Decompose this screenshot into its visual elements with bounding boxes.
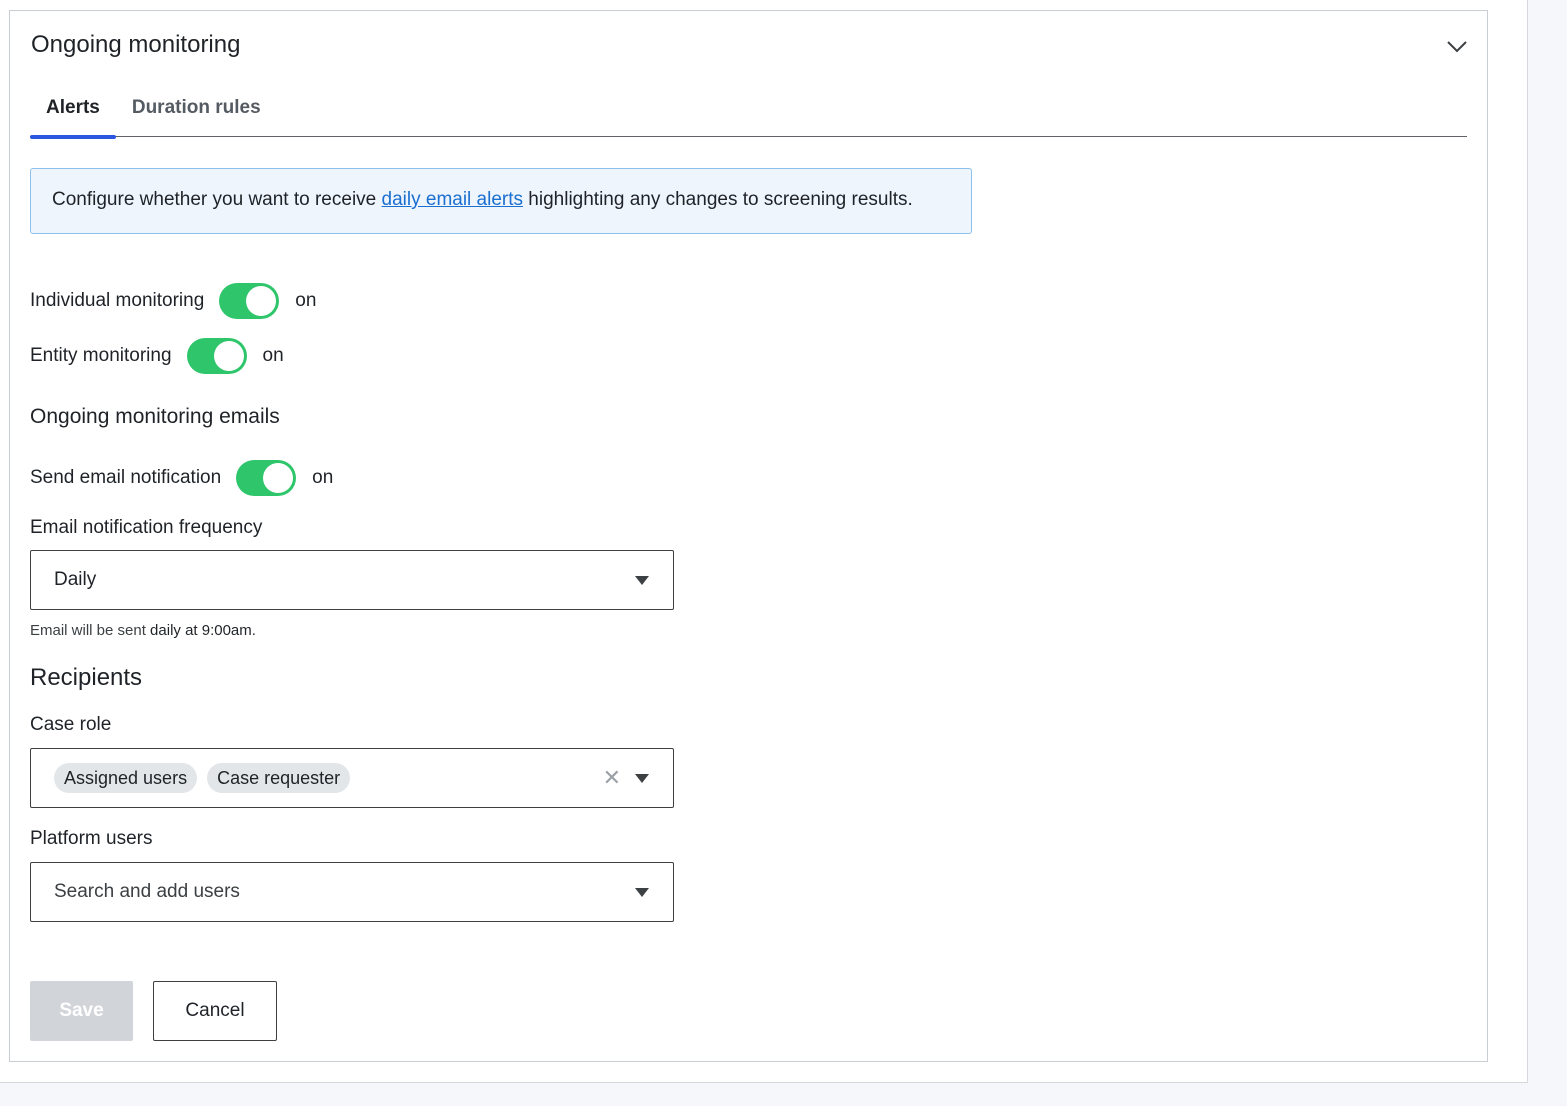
toggle-knob [263, 463, 294, 493]
collapse-button[interactable] [1444, 35, 1470, 59]
cancel-button[interactable]: Cancel [153, 981, 277, 1041]
chip-case-requester[interactable]: Case requester [207, 763, 351, 793]
frequency-label: Email notification frequency [30, 517, 263, 538]
send-email-toggle[interactable] [236, 460, 297, 496]
chevron-down-icon [1447, 41, 1467, 53]
individual-monitoring-label: Individual monitoring [30, 290, 205, 311]
entity-monitoring-row: Entity monitoring on [30, 338, 284, 374]
emails-section-heading: Ongoing monitoring emails [30, 405, 280, 428]
recipients-heading: Recipients [30, 664, 143, 691]
info-text-after: highlighting any changes to screening re… [523, 189, 913, 210]
frequency-value: Daily [54, 569, 97, 590]
send-email-row: Send email notification on [30, 460, 333, 496]
case-role-select[interactable]: Assigned users Case requester ✕ [30, 748, 674, 808]
caret-down-icon [635, 576, 649, 585]
chip-assigned-users[interactable]: Assigned users [54, 763, 198, 793]
clear-icon[interactable]: ✕ [603, 767, 621, 789]
tab-alerts[interactable]: Alerts [30, 91, 116, 139]
platform-users-placeholder: Search and add users [54, 881, 240, 902]
toggle-knob [213, 341, 244, 371]
tab-duration-rules[interactable]: Duration rules [116, 91, 277, 137]
send-email-label: Send email notification [30, 467, 222, 488]
frequency-helper-text: Email will be sent daily at 9:00am. [30, 622, 256, 639]
ongoing-monitoring-card: Ongoing monitoring Alerts Duration rules… [9, 10, 1488, 1062]
platform-users-select[interactable]: Search and add users [30, 862, 674, 922]
individual-monitoring-toggle[interactable] [219, 283, 280, 319]
info-text-before: Configure whether you want to receive [52, 189, 382, 210]
entity-monitoring-toggle[interactable] [186, 338, 247, 374]
individual-monitoring-row: Individual monitoring on [30, 283, 316, 319]
entity-monitoring-label: Entity monitoring [30, 345, 172, 366]
save-button[interactable]: Save [30, 981, 133, 1041]
frequency-select[interactable]: Daily [30, 550, 674, 610]
tab-bar: Alerts Duration rules [30, 91, 1467, 139]
individual-monitoring-state: on [295, 290, 317, 311]
platform-users-label: Platform users [30, 828, 153, 849]
helper-emphasis: daily at 9:00am. [150, 622, 256, 639]
caret-down-icon [635, 888, 649, 897]
info-banner: Configure whether you want to receive da… [30, 168, 972, 234]
send-email-state: on [312, 467, 334, 488]
card-title: Ongoing monitoring [31, 31, 241, 58]
entity-monitoring-state: on [262, 345, 284, 366]
helper-prefix: Email will be sent [30, 622, 151, 639]
caret-down-icon [635, 774, 649, 783]
daily-email-alerts-link[interactable]: daily email alerts [382, 189, 524, 210]
toggle-knob [246, 286, 277, 316]
case-role-label: Case role [30, 714, 112, 735]
